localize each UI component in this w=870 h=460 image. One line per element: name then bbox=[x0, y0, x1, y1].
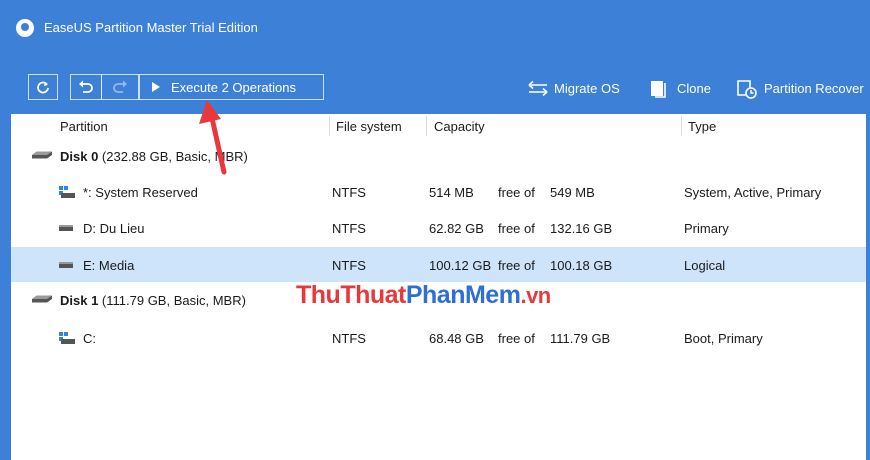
watermark-part: ThuThuat bbox=[296, 281, 406, 309]
disk-icon bbox=[32, 151, 52, 159]
partition-filesystem: NTFS bbox=[332, 331, 366, 346]
column-filesystem[interactable]: File system bbox=[336, 119, 402, 134]
partition-free-of: free of bbox=[498, 185, 535, 200]
partition-name: E: Media bbox=[83, 258, 135, 273]
partition-drive-icon bbox=[59, 225, 73, 231]
partition-recovery-button[interactable]: Partition Recover bbox=[736, 78, 870, 100]
column-divider[interactable] bbox=[329, 116, 330, 136]
partition-free-space: 62.82 GB bbox=[429, 221, 484, 236]
partition-row[interactable]: C: NTFS 68.48 GB free of 111.79 GB Boot,… bbox=[11, 320, 866, 355]
partition-drive-icon bbox=[59, 262, 73, 268]
disk-label: Disk 0 (232.88 GB, Basic, MBR) bbox=[60, 149, 248, 164]
clone-icon bbox=[651, 81, 666, 98]
column-capacity[interactable]: Capacity bbox=[434, 119, 485, 134]
partition-recovery-icon bbox=[737, 80, 757, 99]
watermark: ThuThuatPhanMem.vn bbox=[296, 281, 551, 310]
column-divider[interactable] bbox=[426, 116, 427, 136]
partition-row-selected[interactable]: E: Media NTFS 100.12 GB free of 100.18 G… bbox=[11, 247, 866, 282]
play-icon bbox=[152, 82, 160, 92]
column-partition[interactable]: Partition bbox=[60, 119, 108, 134]
migrate-os-icon bbox=[528, 80, 548, 97]
partition-free-of: free of bbox=[498, 331, 535, 346]
partition-type: System, Active, Primary bbox=[684, 185, 822, 200]
system-partition-icon bbox=[59, 186, 75, 198]
partition-filesystem: NTFS bbox=[332, 258, 366, 273]
disk-info: (232.88 GB, Basic, MBR) bbox=[98, 149, 248, 164]
redo-icon bbox=[113, 80, 127, 93]
execute-label: Execute 2 Operations bbox=[171, 80, 297, 95]
clone-button[interactable]: Clone bbox=[650, 78, 715, 100]
undo-icon bbox=[79, 80, 93, 93]
disk-name: Disk 1 bbox=[60, 293, 99, 308]
window-title: EaseUS Partition Master Trial Edition bbox=[44, 20, 258, 35]
partition-row[interactable]: D: Du Lieu NTFS 62.82 GB free of 132.16 … bbox=[11, 210, 866, 245]
column-divider[interactable] bbox=[681, 116, 682, 136]
disk-name: Disk 0 bbox=[60, 149, 99, 164]
partition-total-size: 100.18 GB bbox=[550, 258, 613, 273]
disk-info: (111.79 GB, Basic, MBR) bbox=[98, 293, 246, 308]
partition-filesystem: NTFS bbox=[332, 185, 366, 200]
disk-row-0[interactable]: Disk 0 (232.88 GB, Basic, MBR) bbox=[11, 142, 866, 170]
partition-recovery-label: Partition Recover bbox=[764, 81, 864, 96]
partition-name: D: Du Lieu bbox=[83, 221, 145, 236]
disk-icon bbox=[32, 295, 52, 303]
partition-name: *: System Reserved bbox=[83, 185, 198, 200]
window-left-border bbox=[0, 114, 11, 460]
undo-button[interactable] bbox=[70, 74, 102, 100]
partition-free-space: 68.48 GB bbox=[429, 331, 484, 346]
migrate-os-label: Migrate OS bbox=[554, 81, 620, 96]
refresh-icon bbox=[37, 81, 49, 94]
partition-total-size: 549 MB bbox=[550, 185, 595, 200]
title-bar: EaseUS Partition Master Trial Edition bbox=[0, 0, 870, 58]
partition-type: Primary bbox=[684, 221, 729, 236]
partition-name: C: bbox=[83, 331, 96, 346]
partition-total-size: 132.16 GB bbox=[550, 221, 613, 236]
column-type[interactable]: Type bbox=[688, 119, 716, 134]
window-right-border bbox=[866, 114, 870, 460]
disk-label: Disk 1 (111.79 GB, Basic, MBR) bbox=[60, 293, 246, 308]
partition-filesystem: NTFS bbox=[332, 221, 366, 236]
execute-operations-button[interactable]: Execute 2 Operations bbox=[139, 74, 324, 100]
redo-button[interactable] bbox=[101, 74, 139, 100]
partition-free-space: 514 MB bbox=[429, 185, 474, 200]
partition-type: Logical bbox=[684, 258, 726, 273]
system-partition-icon bbox=[59, 332, 75, 344]
column-header: Partition File system Capacity Type bbox=[11, 114, 866, 138]
partition-free-space: 100.12 GB bbox=[429, 258, 492, 273]
watermark-part: .vn bbox=[520, 283, 551, 308]
watermark-part: PhanMem bbox=[405, 281, 521, 309]
partition-type: Boot, Primary bbox=[684, 331, 763, 346]
partition-total-size: 111.79 GB bbox=[550, 331, 611, 346]
app-logo-icon bbox=[16, 19, 34, 37]
migrate-os-button[interactable]: Migrate OS bbox=[527, 78, 627, 100]
toolbar: Execute 2 Operations Migrate OS Clone Pa… bbox=[0, 58, 870, 114]
partition-free-of: free of bbox=[498, 221, 535, 236]
clone-label: Clone bbox=[677, 81, 711, 96]
refresh-button[interactable] bbox=[28, 74, 58, 100]
partition-row[interactable]: *: System Reserved NTFS 514 MB free of 5… bbox=[11, 174, 866, 209]
partition-free-of: free of bbox=[498, 258, 535, 273]
